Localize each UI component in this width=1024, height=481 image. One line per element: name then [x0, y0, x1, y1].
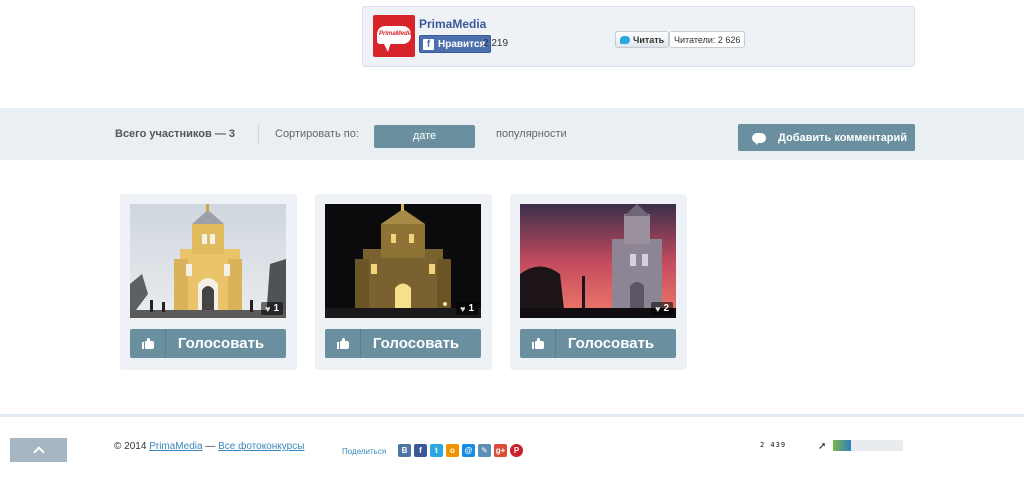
- facebook-like-label: Нравится: [438, 38, 486, 50]
- pinterest-share-icon[interactable]: P: [510, 444, 523, 457]
- vote-icon-box: [325, 329, 361, 358]
- social-widget: PrimaMedia PrimaMedia f Нравится 2 219 Ч…: [362, 6, 915, 67]
- vote-button[interactable]: Голосовать: [520, 329, 676, 358]
- photo-card: ♥ 1 Голосовать: [120, 194, 297, 370]
- googleplus-share-icon[interactable]: g+: [494, 444, 507, 457]
- twitter-follow-label: Читать: [633, 34, 665, 45]
- copyright-text: © 2014: [114, 441, 147, 452]
- likes-badge: ♥ 1: [261, 302, 283, 315]
- heart-icon: ♥: [460, 303, 466, 314]
- livejournal-share-icon[interactable]: ✎: [478, 444, 491, 457]
- scroll-to-top-button[interactable]: [10, 438, 67, 462]
- add-comment-label: Добавить комментарий: [778, 131, 908, 144]
- vote-label: Голосовать: [177, 335, 265, 352]
- sort-label: Сортировать по:: [275, 128, 359, 140]
- thumbs-up-icon: [531, 338, 544, 349]
- vote-icon-box: [130, 329, 166, 358]
- primamedia-logo[interactable]: PrimaMedia: [373, 15, 415, 57]
- twitter-bird-icon: [620, 35, 630, 44]
- add-comment-button[interactable]: Добавить комментарий: [738, 124, 915, 151]
- chevron-up-icon: [32, 446, 45, 458]
- arrow-icon[interactable]: ➚: [818, 441, 826, 452]
- share-label: Поделиться: [342, 447, 387, 456]
- photo-cathedral-day[interactable]: ♥ 1: [130, 204, 286, 318]
- comment-icon: [752, 132, 766, 145]
- filter-divider: [258, 124, 259, 144]
- all-contests-link[interactable]: Все фотоконкурсы: [218, 441, 304, 452]
- thumbs-up-icon: [141, 338, 154, 349]
- vote-label: Голосовать: [372, 335, 460, 352]
- likes-count: 2: [663, 303, 669, 314]
- twitter-follow-button[interactable]: Читать: [615, 31, 670, 48]
- facebook-like-button[interactable]: f Нравится: [419, 35, 492, 53]
- sort-by-date-button[interactable]: дате: [374, 125, 475, 148]
- sort-by-popularity-link[interactable]: популярности: [496, 128, 567, 140]
- twitter-followers-count: Читатели: 2 626: [669, 31, 746, 48]
- vote-label: Голосовать: [567, 335, 655, 352]
- footer-copyright: © 2014 PrimaMedia — Все фотоконкурсы: [114, 441, 304, 452]
- visit-counter: 2 439: [760, 441, 787, 449]
- facebook-share-icon[interactable]: f: [414, 444, 427, 457]
- likes-badge: ♥ 2: [651, 302, 673, 315]
- facebook-icon: f: [423, 38, 434, 50]
- mailru-share-icon[interactable]: @: [462, 444, 475, 457]
- share-icons: Вf t о @ ✎ g+ P: [398, 444, 523, 457]
- photo-cathedral-night[interactable]: ♥ 1: [325, 204, 481, 318]
- vk-share-icon[interactable]: В: [398, 444, 411, 457]
- odnoklassniki-share-icon[interactable]: о: [446, 444, 459, 457]
- likes-badge: ♥ 1: [456, 302, 478, 315]
- photo-cathedral-sunset[interactable]: ♥ 2: [520, 204, 676, 318]
- footer-separator: —: [205, 441, 216, 452]
- twitter-share-icon[interactable]: t: [430, 444, 443, 457]
- thumbs-up-icon: [336, 338, 349, 349]
- photo-card: ♥ 2 Голосовать: [510, 194, 687, 370]
- heart-icon: ♥: [265, 303, 271, 314]
- photo-card: ♥ 1 Голосовать: [315, 194, 492, 370]
- vote-button[interactable]: Голосовать: [130, 329, 286, 358]
- footer-brand-link[interactable]: PrimaMedia: [149, 441, 202, 452]
- footer-divider: [0, 414, 1024, 417]
- brand-name-link[interactable]: PrimaMedia: [419, 17, 486, 31]
- logo-text: PrimaMedia: [379, 31, 413, 37]
- likes-count: 1: [273, 303, 279, 314]
- filter-bar: Всего участников — 3 Сортировать по: дат…: [0, 108, 1024, 160]
- vote-icon-box: [520, 329, 556, 358]
- metrika-badge[interactable]: [833, 440, 903, 451]
- heart-icon: ♥: [655, 303, 661, 314]
- vote-button[interactable]: Голосовать: [325, 329, 481, 358]
- likes-count: 1: [468, 303, 474, 314]
- facebook-like-count: 2 219: [483, 38, 509, 49]
- participants-total: Всего участников — 3: [115, 128, 235, 140]
